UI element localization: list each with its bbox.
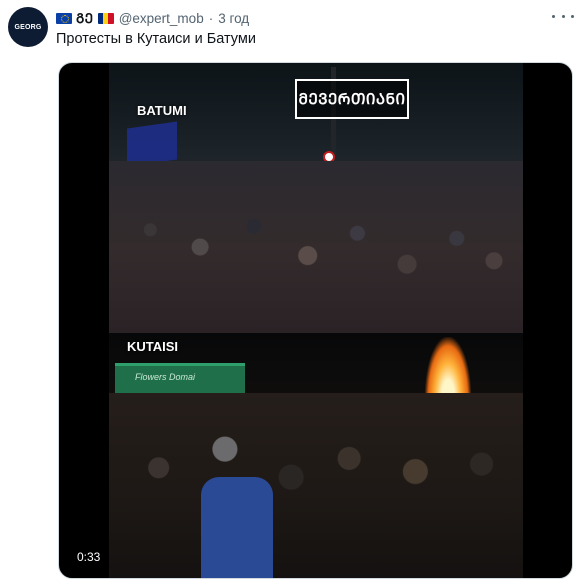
eu-flag-image: [127, 121, 177, 167]
tweet-header: ᲒᲔ @expert_mob · 3 год: [56, 9, 249, 27]
crowd-image: [109, 393, 523, 578]
crowd-image: [109, 161, 523, 333]
avatar[interactable]: GEORG: [8, 7, 48, 47]
video-duration-badge: 0:33: [71, 548, 107, 566]
separator: ·: [208, 10, 214, 26]
timestamp[interactable]: 3 год: [218, 11, 249, 26]
more-options-icon[interactable]: [552, 9, 574, 23]
eu-flag-icon: [56, 12, 72, 24]
kutaisi-video-frame: Flowers Domai KUTAISI: [109, 333, 523, 578]
user-handle[interactable]: @expert_mob: [119, 11, 204, 26]
overlay-sign: ᲛᲔᲕᲔᲠᲗᲘᲐᲜᲘ: [295, 79, 409, 119]
city-label-batumi: BATUMI: [137, 103, 187, 118]
romania-flag-icon: [97, 12, 114, 24]
batumi-video-frame: ᲛᲔᲕᲔᲠᲗᲘᲐᲜᲘ BATUMI: [109, 63, 523, 333]
tweet-text: Протесты в Кутаиси и Батуми: [56, 31, 256, 47]
tweet[interactable]: GEORG ᲒᲔ @expert_mob · 3 год Протесты в …: [0, 0, 578, 584]
person-image: [201, 477, 273, 578]
display-name[interactable]: ᲒᲔ: [76, 9, 94, 27]
storefront-text: Flowers Domai: [135, 372, 196, 382]
city-label-kutaisi: KUTAISI: [127, 339, 179, 354]
video-player[interactable]: ᲛᲔᲕᲔᲠᲗᲘᲐᲜᲘ BATUMI Flowers Domai KUTAISI …: [58, 62, 573, 579]
